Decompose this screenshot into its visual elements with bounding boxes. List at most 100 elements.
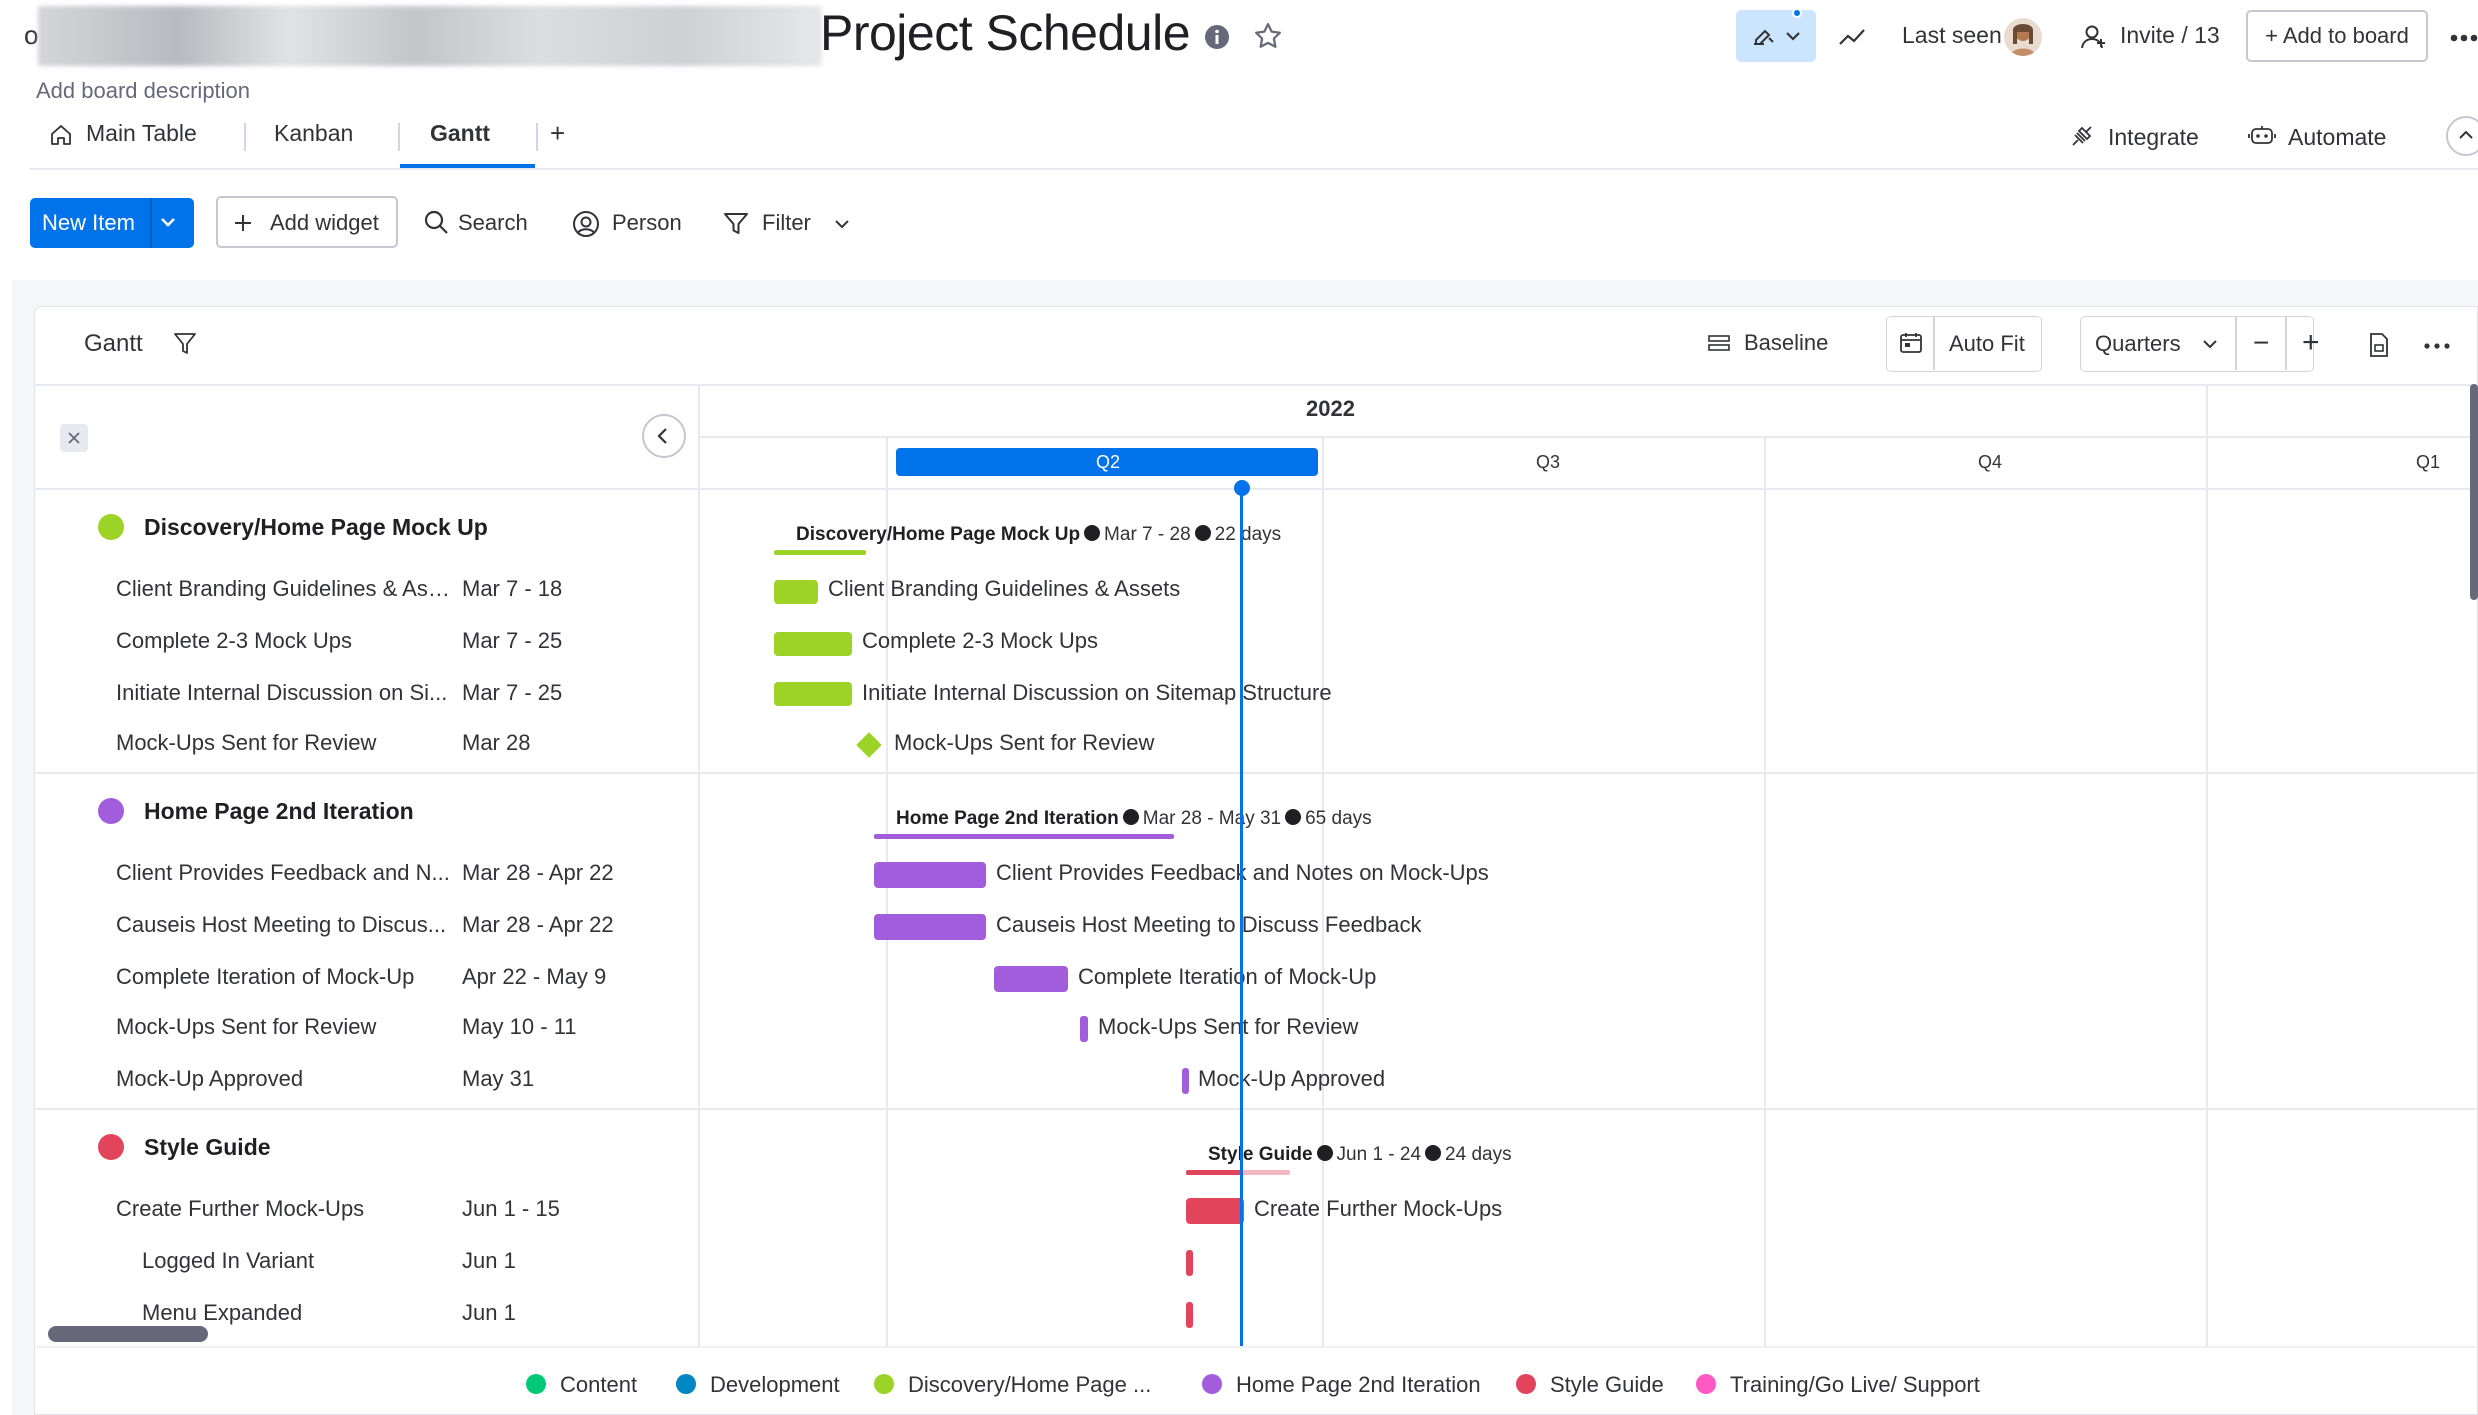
group-name[interactable]: Style Guide bbox=[144, 1134, 271, 1161]
summary-range: Mar 28 - May 31 bbox=[1142, 808, 1282, 829]
legend-dot bbox=[874, 1374, 894, 1395]
task-name[interactable]: Client Provides Feedback and N... bbox=[116, 860, 450, 886]
vertical-scrollbar[interactable] bbox=[2470, 384, 2478, 600]
integrate-icon bbox=[2068, 122, 2096, 150]
last-seen-label[interactable]: Last seen bbox=[1902, 22, 2002, 49]
more-options-icon[interactable] bbox=[2424, 340, 2450, 352]
board-description[interactable]: Add board description bbox=[36, 78, 250, 104]
task-bar[interactable] bbox=[774, 580, 818, 604]
filter-icon[interactable] bbox=[172, 330, 198, 358]
add-view-button[interactable]: + bbox=[550, 118, 565, 149]
blurred-breadcrumb bbox=[38, 6, 822, 66]
automate-button[interactable]: Automate bbox=[2288, 124, 2386, 151]
chevron-down-icon[interactable] bbox=[832, 216, 852, 232]
task-name[interactable]: Initiate Internal Discussion on Si... bbox=[116, 680, 450, 706]
add-widget-label: Add widget bbox=[270, 210, 379, 235]
horizontal-scrollbar[interactable] bbox=[48, 1326, 208, 1342]
invite-label[interactable]: Invite / 13 bbox=[2120, 22, 2220, 49]
task-name[interactable]: Client Branding Guidelines & Ass... bbox=[116, 576, 450, 602]
legend-item: Style Guide bbox=[1516, 1372, 1664, 1398]
search-icon[interactable] bbox=[422, 208, 450, 236]
task-bar[interactable] bbox=[1182, 1068, 1189, 1094]
timeline-header-divider bbox=[34, 488, 2478, 490]
trend-icon[interactable] bbox=[1836, 22, 1868, 52]
tab-gantt[interactable]: Gantt bbox=[430, 120, 490, 147]
tab-kanban[interactable]: Kanban bbox=[274, 120, 353, 147]
info-icon[interactable] bbox=[1204, 24, 1230, 50]
person-filter-button[interactable]: Person bbox=[612, 210, 682, 236]
task-name[interactable]: Menu Expanded bbox=[142, 1300, 450, 1326]
chevron-down-icon[interactable] bbox=[158, 214, 178, 230]
collapse-header-button[interactable] bbox=[2446, 116, 2478, 156]
year-divider bbox=[700, 436, 2478, 438]
task-name[interactable]: Logged In Variant bbox=[142, 1248, 450, 1274]
task-bar[interactable] bbox=[874, 914, 986, 940]
task-name[interactable]: Complete Iteration of Mock-Up bbox=[116, 964, 450, 990]
summary-range: Jun 1 - 24 bbox=[1336, 1144, 1422, 1165]
notification-dot bbox=[1792, 8, 1802, 18]
task-name[interactable]: Mock-Ups Sent for Review bbox=[116, 730, 450, 756]
task-bar[interactable] bbox=[1186, 1250, 1193, 1276]
task-bar[interactable] bbox=[1186, 1198, 1244, 1224]
task-bar[interactable] bbox=[874, 862, 986, 888]
search-button[interactable]: Search bbox=[458, 210, 528, 236]
auto-fit-button[interactable]: Auto Fit bbox=[1886, 316, 2042, 372]
export-icon[interactable] bbox=[2366, 332, 2392, 358]
legend-item: Home Page 2nd Iteration bbox=[1202, 1372, 1481, 1398]
legend-dot bbox=[676, 1374, 696, 1395]
task-bar[interactable] bbox=[1080, 1016, 1088, 1042]
legend-item: Training/Go Live/ Support bbox=[1696, 1372, 1980, 1398]
collapse-all-button[interactable] bbox=[60, 424, 88, 452]
quarter-label-q2: Q2 bbox=[1096, 452, 1121, 472]
task-name[interactable]: Causeis Host Meeting to Discus... bbox=[116, 912, 450, 938]
task-bar[interactable] bbox=[774, 682, 852, 706]
tab-separator bbox=[536, 123, 538, 151]
task-dates: Mar 28 - Apr 22 bbox=[462, 912, 614, 937]
add-widget-button[interactable]: Add widget bbox=[216, 196, 398, 248]
summary-duration: 22 days bbox=[1214, 524, 1282, 545]
tab-separator bbox=[398, 123, 400, 151]
person-icon[interactable] bbox=[572, 210, 600, 238]
tab-separator bbox=[244, 123, 246, 151]
task-bar-label: Mock-Ups Sent for Review bbox=[1098, 1014, 1359, 1039]
group-summary-bar[interactable] bbox=[1186, 1170, 1290, 1175]
task-dates: Jun 1 bbox=[462, 1300, 516, 1325]
chevron-down-icon[interactable] bbox=[2201, 337, 2219, 351]
group-name[interactable]: Discovery/Home Page Mock Up bbox=[144, 514, 488, 541]
integrate-button[interactable]: Integrate bbox=[2108, 124, 2199, 151]
group-summary-bar[interactable] bbox=[874, 834, 1174, 839]
auto-fit-label: Auto Fit bbox=[1949, 331, 2025, 356]
new-item-button[interactable]: New Item bbox=[30, 198, 194, 248]
task-bar[interactable] bbox=[994, 966, 1068, 992]
activity-button[interactable] bbox=[1736, 8, 1816, 62]
plus-icon bbox=[232, 212, 254, 234]
more-options-icon[interactable] bbox=[2450, 28, 2478, 48]
add-to-board-button[interactable]: + Add to board bbox=[2246, 10, 2428, 62]
task-dates: May 10 - 11 bbox=[462, 1014, 577, 1039]
task-bar[interactable] bbox=[1186, 1302, 1193, 1328]
year-label: 2022 bbox=[1306, 396, 1355, 421]
summary-name: Discovery/Home Page Mock Up bbox=[796, 524, 1081, 545]
task-name[interactable]: Complete 2-3 Mock Ups bbox=[116, 628, 450, 654]
star-icon[interactable] bbox=[1252, 20, 1284, 52]
board-title[interactable]: Project Schedule bbox=[820, 4, 1191, 62]
group-summary-bar[interactable] bbox=[774, 550, 866, 555]
zoom-select[interactable]: Quarters bbox=[2095, 331, 2181, 357]
grid-line bbox=[886, 438, 888, 1346]
task-name[interactable]: Mock-Up Approved bbox=[116, 1066, 450, 1092]
filter-button[interactable]: Filter bbox=[762, 210, 811, 236]
automate-icon bbox=[2246, 122, 2278, 150]
task-name[interactable]: Create Further Mock-Ups bbox=[116, 1196, 450, 1222]
task-name[interactable]: Mock-Ups Sent for Review bbox=[116, 1014, 450, 1040]
filter-icon[interactable] bbox=[722, 210, 750, 238]
zoom-in-button[interactable]: + bbox=[2302, 326, 2320, 360]
group-name[interactable]: Home Page 2nd Iteration bbox=[144, 798, 414, 825]
tab-main-table[interactable]: Main Table bbox=[86, 120, 197, 147]
baseline-button[interactable]: Baseline bbox=[1744, 330, 1828, 356]
zoom-out-button[interactable]: − bbox=[2253, 327, 2269, 359]
person-add-icon[interactable] bbox=[2080, 22, 2108, 52]
edit-activity-icon bbox=[1751, 24, 1779, 48]
avatar[interactable] bbox=[2004, 18, 2042, 56]
task-bar[interactable] bbox=[774, 632, 852, 656]
collapse-list-button[interactable] bbox=[642, 414, 686, 458]
